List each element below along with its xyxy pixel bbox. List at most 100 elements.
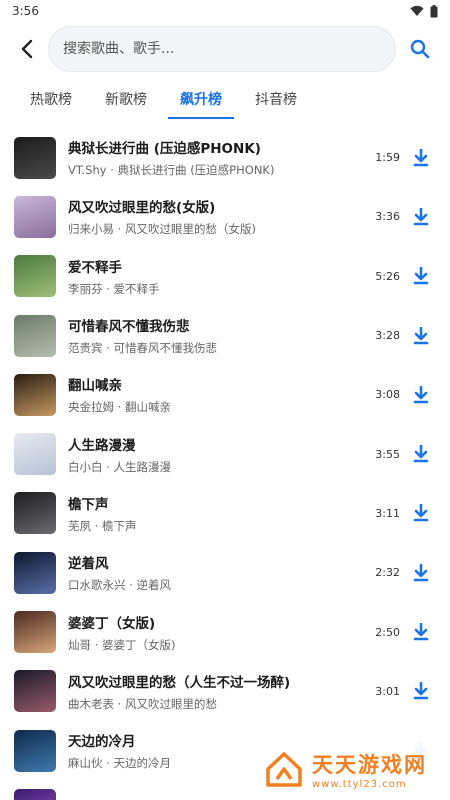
song-info: 典狱长进行曲 (压迫感PHONK) VT.Shy · 典狱长进行曲 (压迫感PHO… — [68, 137, 358, 178]
song-cover — [14, 136, 56, 179]
search-button[interactable] — [400, 29, 440, 69]
song-row[interactable]: 檐下声芜夙 · 檐下声 3:11 — [0, 484, 450, 543]
song-cover — [14, 255, 56, 298]
download-button[interactable] — [406, 261, 436, 291]
song-row[interactable]: 人生路漫漫 白小白 · 人生路漫漫 3:55 — [0, 424, 450, 483]
song-cover — [14, 433, 56, 476]
download-icon — [413, 326, 429, 344]
download-icon — [413, 682, 429, 700]
song-row[interactable]: 可惜春风不懂我伤悲范贵宾 · 可惜春风不懂我伤悲 3:28 — [0, 306, 450, 365]
wifi-icon — [410, 5, 424, 16]
song-row[interactable]: 婆婆丁（女版) 灿哥 · 婆婆丁（女版) 2:50 — [0, 602, 450, 661]
song-duration: 3:08 — [375, 388, 400, 402]
song-duration: 1:59 — [375, 151, 400, 165]
tab-label: 抖音榜 — [255, 92, 297, 108]
download-icon — [413, 207, 429, 226]
song-title: 典狱长进行曲 (压迫感PHONK) — [68, 141, 261, 158]
song-cover — [14, 195, 56, 238]
song-title: 风又吹过眼里的愁（人生不过一场醉) — [68, 674, 291, 691]
song-title: 可惜春风不懂我伤悲 — [68, 319, 190, 336]
download-icon — [413, 445, 429, 463]
song-cover — [14, 492, 56, 535]
watermark-name: 天天游戏网 — [312, 752, 427, 777]
song-duration: 3:11 — [375, 506, 400, 520]
search-input[interactable] — [63, 41, 381, 57]
song-title: 风又吹过眼里的愁(女版) — [68, 200, 216, 217]
download-button[interactable] — [406, 202, 436, 232]
tab-douyin[interactable]: 抖音榜 — [239, 76, 313, 122]
download-button[interactable] — [406, 439, 436, 469]
download-button[interactable] — [406, 676, 436, 706]
song-info: 檐下声芜夙 · 檐下声 — [68, 493, 358, 534]
search-icon — [410, 39, 430, 59]
song-row[interactable]: 风又吹过眼里的愁（人生不过一场醉) 曲木老表 · 风又吹过眼里的愁 3:01 — [0, 662, 450, 721]
status-icons — [410, 4, 438, 18]
song-row[interactable]: 典狱长进行曲 (压迫感PHONK) VT.Shy · 典狱长进行曲 (压迫感PHO… — [0, 128, 450, 187]
battery-icon — [430, 4, 438, 17]
status-bar: 3:56 — [0, 0, 450, 22]
song-list: 典狱长进行曲 (压迫感PHONK) VT.Shy · 典狱长进行曲 (压迫感PHO… — [0, 128, 450, 800]
tab-rising[interactable]: 飙升榜 — [164, 76, 238, 122]
download-button[interactable] — [406, 558, 436, 588]
song-row[interactable]: 逆着风 口水歌永兴 · 逆着风 2:32 — [0, 543, 450, 602]
song-title: 檐下声 — [68, 496, 109, 513]
watermark: 天天游戏网 www.ttyl23.com — [250, 738, 450, 800]
download-button[interactable] — [406, 498, 436, 528]
song-title: 爱不释手 — [68, 259, 122, 276]
download-button[interactable] — [406, 321, 436, 351]
song-info: 风又吹过眼里的愁（人生不过一场醉) 曲木老表 · 风又吹过眼里的愁 — [68, 671, 358, 712]
tab-hot[interactable]: 热歌榜 — [14, 76, 88, 122]
back-button[interactable] — [14, 36, 40, 62]
song-duration: 2:50 — [375, 625, 400, 639]
watermark-logo-icon — [264, 749, 304, 789]
song-row[interactable]: 翻山喊亲 央金拉姆 · 翻山喊亲 3:08 — [0, 365, 450, 424]
song-subtitle: 归来小易 · 风又吹过眼里的愁（女版) — [68, 222, 256, 237]
song-duration: 5:26 — [375, 269, 400, 283]
song-subtitle: VT.Shy · 典狱长进行曲 (压迫感PHONK) — [68, 163, 275, 178]
song-title: 翻山喊亲 — [68, 378, 122, 395]
song-subtitle: 灿哥 · 婆婆丁（女版) — [68, 637, 176, 652]
song-cover — [14, 314, 56, 357]
song-info: 人生路漫漫 白小白 · 人生路漫漫 — [68, 434, 358, 475]
song-duration: 3:01 — [375, 684, 400, 698]
watermark-url: www.ttyl23.com — [312, 778, 407, 790]
chart-tabs: 热歌榜 新歌榜 飙升榜 抖音榜 — [0, 76, 450, 122]
download-icon — [413, 267, 429, 285]
song-duration: 2:32 — [375, 566, 400, 580]
tab-label: 热歌榜 — [30, 92, 72, 108]
download-icon — [413, 563, 429, 582]
song-duration: 3:55 — [375, 447, 400, 461]
tab-label: 新歌榜 — [105, 92, 147, 108]
song-info: 可惜春风不懂我伤悲范贵宾 · 可惜春风不懂我伤悲 — [68, 315, 358, 356]
song-title: 婆婆丁（女版) — [68, 615, 156, 632]
song-cover — [14, 551, 56, 594]
search-row — [0, 24, 450, 74]
song-info: 翻山喊亲 央金拉姆 · 翻山喊亲 — [68, 374, 358, 415]
download-icon — [413, 623, 429, 641]
tab-label: 飙升榜 — [180, 92, 222, 108]
search-box[interactable] — [48, 26, 396, 72]
download-icon — [413, 385, 429, 404]
song-title: 人生路漫漫 — [68, 437, 136, 454]
tab-new[interactable]: 新歌榜 — [89, 76, 163, 122]
song-subtitle: 范贵宾 · 可惜春风不懂我伤悲 — [68, 341, 217, 356]
song-duration: 3:28 — [375, 329, 400, 343]
song-cover — [14, 611, 56, 654]
song-cover — [14, 788, 56, 800]
song-info: 婆婆丁（女版) 灿哥 · 婆婆丁（女版) — [68, 612, 358, 653]
song-cover — [14, 373, 56, 416]
download-icon — [413, 148, 429, 166]
song-subtitle: 口水歌永兴 · 逆着风 — [68, 578, 171, 593]
song-subtitle: 芜夙 · 檐下声 — [68, 518, 137, 533]
song-cover — [14, 729, 56, 772]
song-row[interactable]: 爱不释手李丽芬 · 爱不释手 5:26 — [0, 247, 450, 306]
download-button[interactable] — [406, 380, 436, 410]
download-icon — [413, 504, 429, 522]
download-button[interactable] — [406, 617, 436, 647]
status-time: 3:56 — [12, 4, 39, 18]
song-subtitle: 李丽芬 · 爱不释手 — [68, 281, 160, 296]
song-row[interactable]: 风又吹过眼里的愁(女版) 归来小易 · 风又吹过眼里的愁（女版) 3:36 — [0, 187, 450, 246]
download-button[interactable] — [406, 143, 436, 173]
back-arrow-icon — [21, 39, 33, 59]
song-info: 逆着风 口水歌永兴 · 逆着风 — [68, 552, 358, 593]
